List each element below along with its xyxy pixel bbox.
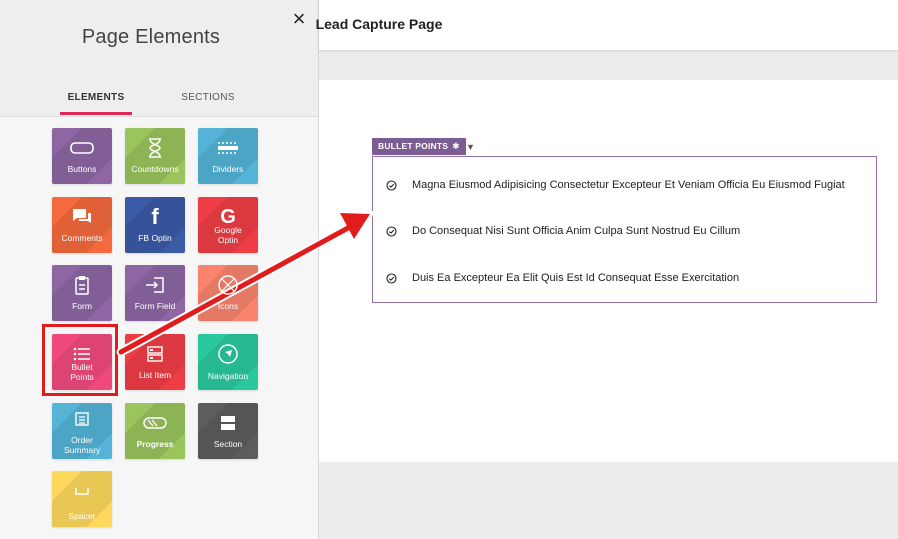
sign-in-icon <box>125 273 185 297</box>
spacer-icon <box>52 479 112 503</box>
comments-icon <box>52 205 112 229</box>
tile-label: List Item <box>138 370 172 380</box>
tile-label: Google Optin <box>214 225 242 245</box>
divider-icon <box>198 136 258 160</box>
list-item: Duis Ea Excepteur Ea Elit Quis Est Id Co… <box>385 270 739 286</box>
tile-comments[interactable]: Comments <box>52 197 112 253</box>
tab-elements[interactable]: ELEMENTS <box>60 92 132 103</box>
tile-label: Spacer <box>68 511 96 521</box>
tab-sections[interactable]: SECTIONS <box>176 92 240 103</box>
widget-label-text: BULLET POINTS <box>378 141 449 151</box>
tile-label: Countdowns <box>131 164 179 174</box>
tile-label: Buttons <box>67 164 97 174</box>
facebook-icon: f <box>151 204 159 229</box>
tile-label: Navigation <box>207 371 249 381</box>
progress-icon <box>125 411 185 435</box>
tile-label: Icons <box>217 301 239 311</box>
tile-label: Comments <box>61 233 103 243</box>
bullet-points-widget[interactable]: Magna Eiusmod Adipisicing Consectetur Ex… <box>372 156 877 303</box>
active-tab-indicator <box>60 112 132 115</box>
tile-google-optin[interactable]: G Google Optin <box>198 197 258 253</box>
tile-section[interactable]: Section <box>198 403 258 459</box>
tile-label: Form Field <box>134 301 176 311</box>
gear-icon[interactable]: ✱ <box>452 141 460 151</box>
tile-navigation[interactable]: Navigation <box>198 334 258 390</box>
chevron-down-icon[interactable]: ▼ <box>466 142 475 152</box>
bullet-text: Magna Eiusmod Adipisicing Consectetur Ex… <box>412 179 845 191</box>
clipboard-icon <box>52 273 112 297</box>
tile-label: Progress <box>136 439 174 449</box>
bullet-points-widget-label[interactable]: BULLET POINTS ✱ <box>372 138 466 155</box>
button-icon <box>52 136 112 160</box>
tile-label: Section <box>213 439 243 449</box>
hourglass-icon <box>125 136 185 160</box>
compass-icon <box>198 273 258 297</box>
check-circle-icon <box>385 179 397 191</box>
page-elements-panel: Page Elements × ELEMENTS SECTIONS Button… <box>0 0 319 539</box>
tile-form[interactable]: Form <box>52 265 112 321</box>
tile-label: Form <box>72 301 92 311</box>
tile-fb-optin[interactable]: f FB Optin <box>125 197 185 253</box>
list-item: Magna Eiusmod Adipisicing Consectetur Ex… <box>385 177 845 193</box>
tile-label: FB Optin <box>138 233 172 243</box>
check-circle-icon <box>385 225 397 237</box>
bullet-text: Do Consequat Nisi Sunt Officia Anim Culp… <box>412 225 741 237</box>
tile-icons[interactable]: Icons <box>198 265 258 321</box>
list-item-icon <box>125 342 185 366</box>
tile-progress[interactable]: Progress <box>125 403 185 459</box>
tile-buttons[interactable]: Buttons <box>52 128 112 184</box>
tile-form-field[interactable]: Form Field <box>125 265 185 321</box>
page-title: Lead Capture Page <box>315 16 443 32</box>
tile-label: Bullet Points <box>70 362 94 382</box>
tile-dividers[interactable]: Dividers <box>198 128 258 184</box>
section-icon <box>198 411 258 435</box>
tile-countdowns[interactable]: Countdowns <box>125 128 185 184</box>
tile-list-item[interactable]: List Item <box>125 334 185 390</box>
navigation-icon <box>198 342 258 366</box>
tile-label: Order Summary <box>64 435 101 455</box>
tile-spacer[interactable]: Spacer <box>52 471 112 527</box>
tile-label: Dividers <box>212 164 244 174</box>
check-circle-icon <box>385 272 397 284</box>
order-summary-icon <box>52 407 112 431</box>
list-item: Do Consequat Nisi Sunt Officia Anim Culp… <box>385 223 740 239</box>
bullet-text: Duis Ea Excepteur Ea Elit Quis Est Id Co… <box>412 272 740 284</box>
tile-order-summary[interactable]: Order Summary <box>52 403 112 459</box>
